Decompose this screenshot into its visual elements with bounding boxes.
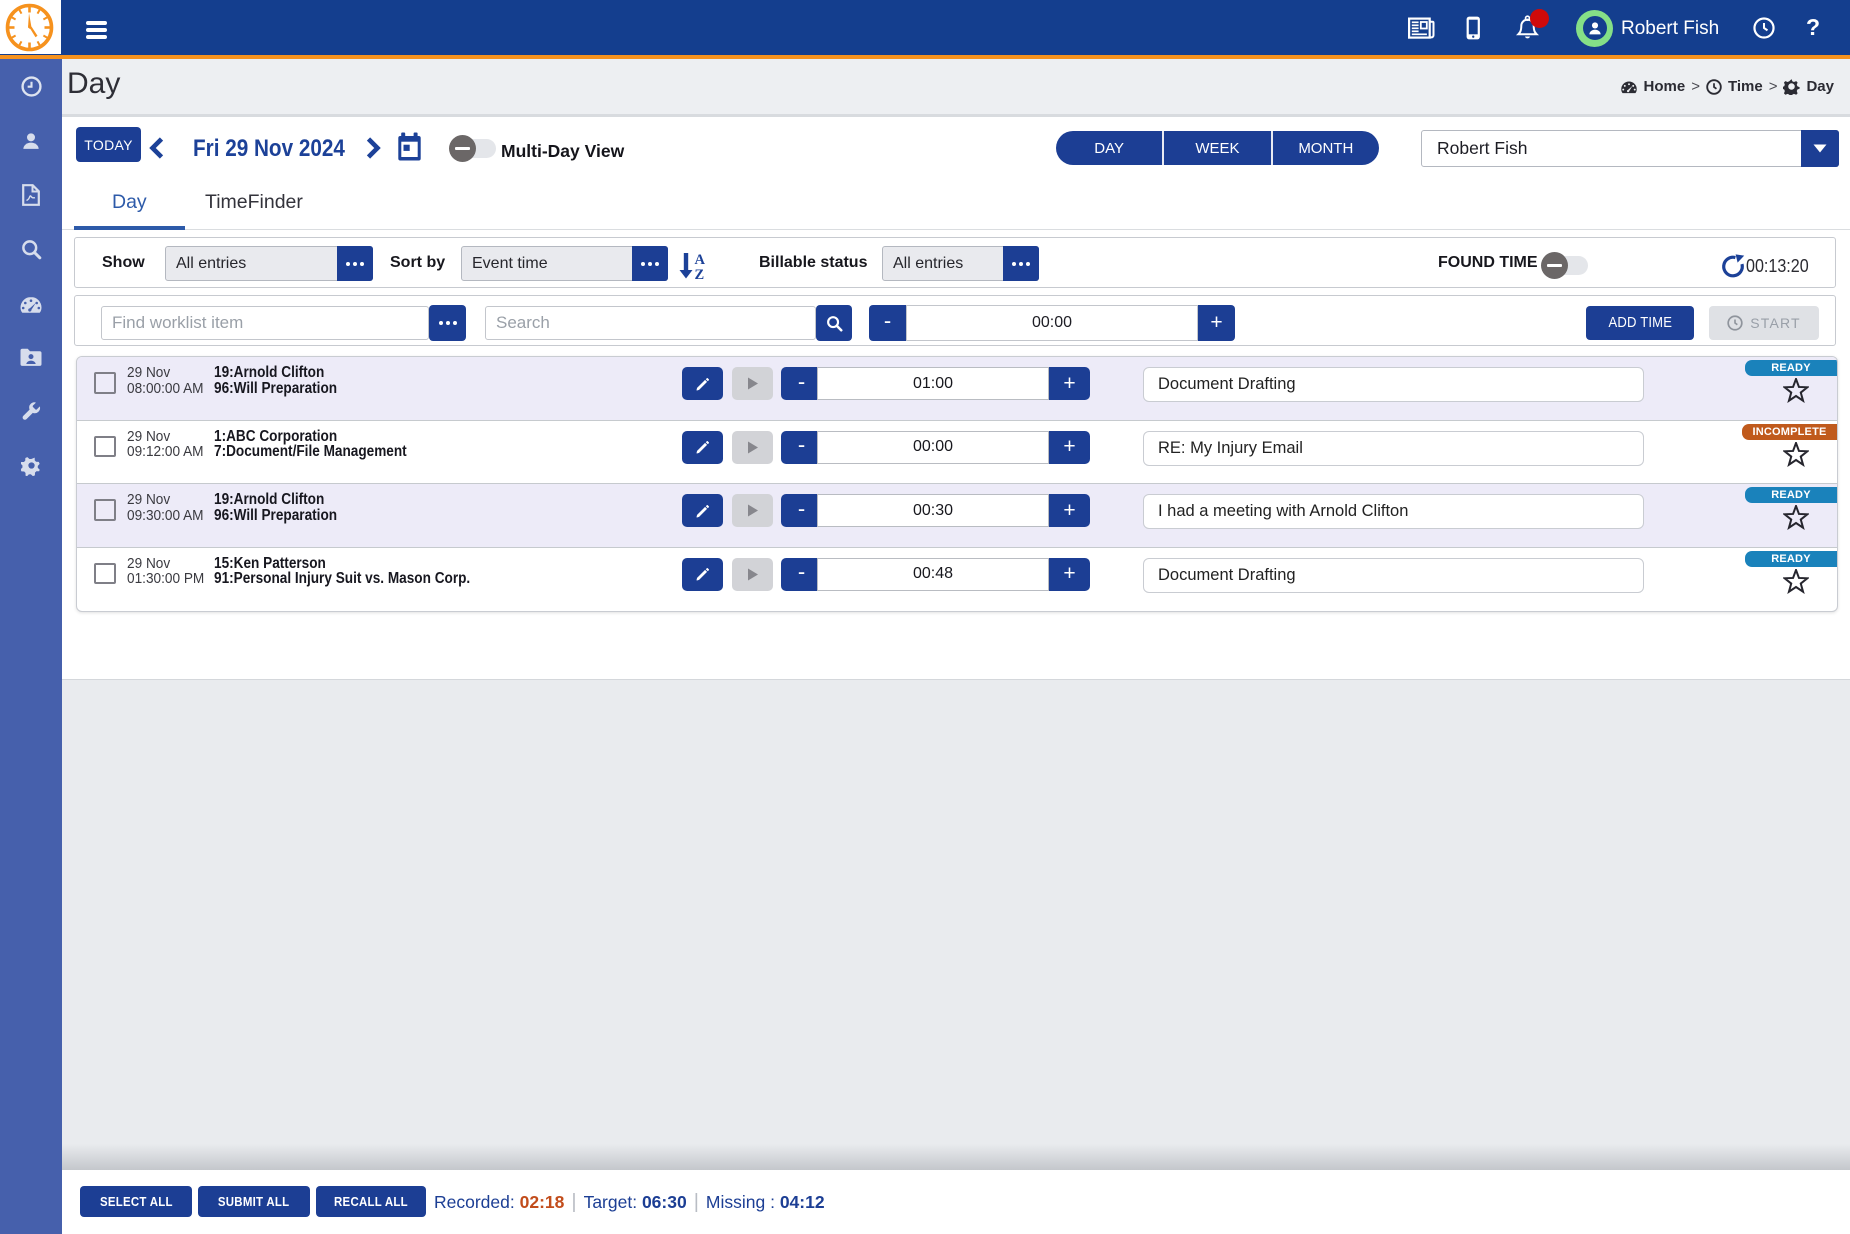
svg-text:Z: Z <box>695 267 705 281</box>
svg-text:A: A <box>695 252 706 268</box>
